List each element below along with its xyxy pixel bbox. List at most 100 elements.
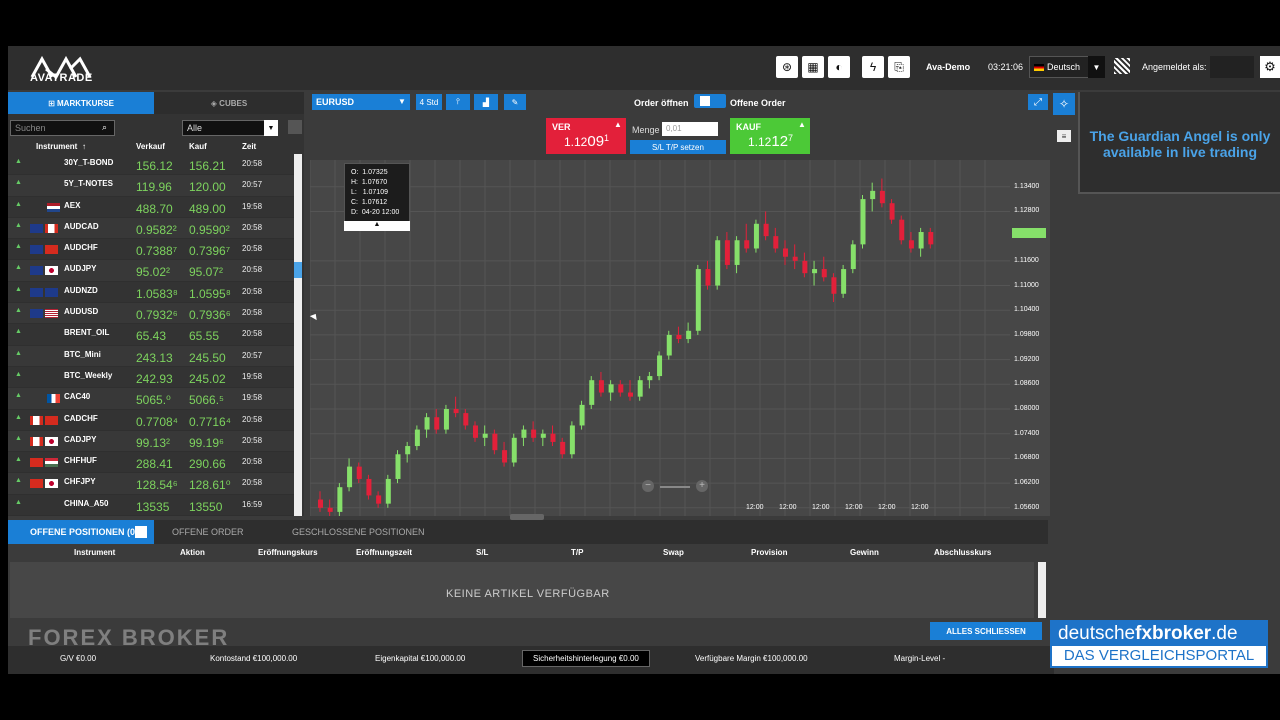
col-instrument[interactable]: Instrument <box>36 142 77 151</box>
market-row[interactable]: ▲ CHFJPY 128.54⁶ 128.61⁰ 20:58 <box>8 473 298 495</box>
instrument-select[interactable]: EURUSD <box>312 94 410 110</box>
sell-price[interactable]: 95.02² <box>136 265 170 279</box>
candle-body[interactable] <box>405 446 411 455</box>
tab-cubes[interactable]: ◈ CUBES <box>154 92 304 114</box>
candle-body[interactable] <box>918 232 924 249</box>
market-row[interactable]: ▲ AUDUSD 0.7932⁶ 0.7936⁶ 20:58 <box>8 303 298 325</box>
sell-price[interactable]: 0.7932⁶ <box>136 308 178 322</box>
tab-open-orders[interactable]: OFFENE ORDER <box>172 520 244 544</box>
candle-body[interactable] <box>715 240 721 286</box>
sell-price[interactable]: 242.93 <box>136 372 173 386</box>
market-row[interactable]: ▲ AUDNZD 1.0583⁸ 1.0595⁸ 20:58 <box>8 282 298 304</box>
buy-price[interactable]: 1.0595⁸ <box>189 287 231 301</box>
buy-price[interactable]: 489.00 <box>189 202 226 216</box>
candle-body[interactable] <box>463 413 469 426</box>
layout-toggle-button[interactable] <box>288 120 302 134</box>
col-close-price[interactable]: Abschlusskurs <box>934 548 991 557</box>
buy-price[interactable]: 99.19⁶ <box>189 436 224 450</box>
market-row[interactable]: ▲ BTC_Weekly 242.93 245.02 19:58 <box>8 367 298 389</box>
indicator-icon[interactable]: ⫯ <box>446 94 470 110</box>
sell-price[interactable]: 128.54⁶ <box>136 478 178 492</box>
sell-price[interactable]: 0.9582² <box>136 223 177 237</box>
candle-body[interactable] <box>560 441 566 455</box>
buy-button[interactable]: KAUF ▲ 1.12127 <box>730 118 810 154</box>
col-instrument[interactable]: Instrument <box>74 548 115 557</box>
candle-body[interactable] <box>434 417 440 430</box>
sell-price[interactable]: 13535 <box>136 500 169 514</box>
sell-price[interactable]: 288.41 <box>136 457 173 471</box>
chevron-down-icon[interactable]: ▼ <box>1088 56 1105 78</box>
sell-price[interactable]: 488.70 <box>136 202 173 216</box>
sell-price[interactable]: 0.7388⁷ <box>136 244 177 258</box>
order-mode-toggle[interactable] <box>694 94 726 108</box>
contrast-icon[interactable]: ◐ <box>828 56 850 78</box>
gear-icon[interactable]: ⚙ <box>1260 56 1280 78</box>
globe-icon[interactable]: ⊛ <box>776 56 798 78</box>
search-icon[interactable]: ⌕ <box>102 122 107 133</box>
candle-body[interactable] <box>347 466 353 488</box>
buy-price[interactable]: 245.50 <box>189 351 226 365</box>
candle-body[interactable] <box>511 437 517 463</box>
chart-type-icon[interactable]: ▟ <box>474 94 498 110</box>
market-row[interactable]: ▲ CHINA_A50 13535 13550 16:59 <box>8 495 298 517</box>
tab-open-positions[interactable]: OFFENE POSITIONEN (0) <box>8 520 154 544</box>
candle-body[interactable] <box>695 269 701 331</box>
zoom-out-icon[interactable]: − <box>642 480 654 492</box>
sltp-button[interactable]: S/L T/P setzen <box>630 140 726 154</box>
candle-body[interactable] <box>831 277 837 294</box>
market-row[interactable]: ▲ AEX 488.70 489.00 19:58 <box>8 197 298 218</box>
guardian-angel-icon[interactable]: ✧ <box>1053 93 1075 115</box>
candle-body[interactable] <box>443 408 449 430</box>
candle-body[interactable] <box>550 433 556 442</box>
market-row[interactable]: ▲ BRENT_OIL 65.43 65.55 20:58 <box>8 324 298 346</box>
col-profit[interactable]: Gewinn <box>850 548 879 557</box>
market-row[interactable]: ▲ 30Y_T-BOND 156.12 156.21 20:58 <box>8 154 298 176</box>
tab-marktkurse[interactable]: ⊞ MARKTKURSE <box>8 92 154 114</box>
buy-price[interactable]: 0.7716⁴ <box>189 415 231 429</box>
candle-body[interactable] <box>686 330 692 340</box>
candle-body[interactable] <box>744 240 750 249</box>
buy-price[interactable]: 120.00 <box>189 180 226 194</box>
candle-body[interactable] <box>850 244 856 270</box>
candle-body[interactable] <box>666 334 672 356</box>
candle-body[interactable] <box>424 417 430 430</box>
candle-body[interactable] <box>705 269 711 286</box>
candle-body[interactable] <box>482 433 488 438</box>
col-tp[interactable]: T/P <box>571 548 583 557</box>
candle-body[interactable] <box>657 355 663 377</box>
zoom-in-icon[interactable]: + <box>696 480 708 492</box>
candle-body[interactable] <box>540 433 546 438</box>
search-input[interactable]: Suchen <box>10 120 115 136</box>
candle-body[interactable] <box>414 429 420 447</box>
ticket-icon[interactable]: ⎘ <box>888 56 910 78</box>
col-aktion[interactable]: Aktion <box>180 548 205 557</box>
news-icon[interactable]: ≡ <box>1057 130 1071 142</box>
col-kauf[interactable]: Kauf <box>189 142 207 151</box>
candle-body[interactable] <box>589 380 595 405</box>
market-row[interactable]: ▲ AUDJPY 95.02² 95.07² 20:58 <box>8 260 298 282</box>
pencil-icon[interactable]: ✎ <box>504 94 526 110</box>
candle-body[interactable] <box>327 507 333 512</box>
candle-body[interactable] <box>502 450 508 463</box>
candle-body[interactable] <box>676 334 682 340</box>
candle-body[interactable] <box>734 240 740 265</box>
sell-price[interactable]: 99.13² <box>136 436 170 450</box>
col-zeit[interactable]: Zeit <box>242 142 256 151</box>
chevron-down-icon[interactable]: ▼ <box>264 120 278 136</box>
fullscreen-icon[interactable]: ⤢ <box>1028 94 1048 110</box>
candle-body[interactable] <box>337 487 343 512</box>
candle-body[interactable] <box>356 466 362 479</box>
candle-body[interactable] <box>579 404 585 426</box>
tab-closed-positions[interactable]: GESCHLOSSENE POSITIONEN <box>292 520 425 544</box>
buy-price[interactable]: 13550 <box>189 500 222 514</box>
col-verkauf[interactable]: Verkauf <box>136 142 165 151</box>
market-row[interactable]: ▲ CHFHUF 288.41 290.66 20:58 <box>8 452 298 474</box>
sell-price[interactable]: 1.0583⁸ <box>136 287 178 301</box>
candle-body[interactable] <box>879 190 885 204</box>
candle-body[interactable] <box>792 256 798 261</box>
candle-body[interactable] <box>618 384 624 393</box>
buy-price[interactable]: 290.66 <box>189 457 226 471</box>
candle-body[interactable] <box>598 380 604 393</box>
buy-price[interactable]: 5066.⁵ <box>189 393 224 407</box>
market-scrollbar[interactable] <box>294 154 302 516</box>
